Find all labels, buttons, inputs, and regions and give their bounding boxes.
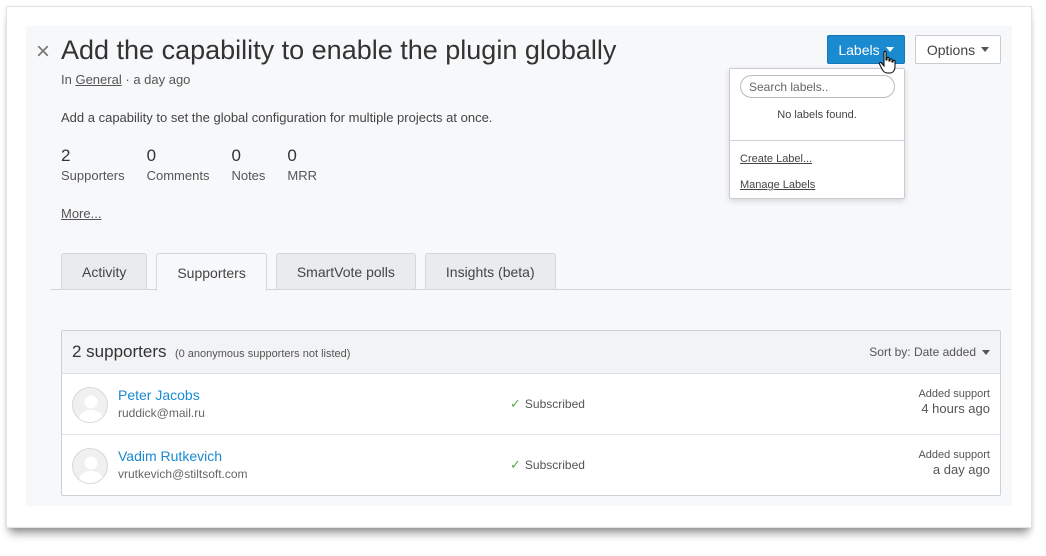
- meta-time: a day ago: [133, 72, 191, 87]
- meta-prefix: In: [61, 72, 72, 87]
- stat-label: Comments: [146, 168, 210, 183]
- idea-meta: In General · a day ago: [61, 72, 190, 87]
- subscription-status: ✓ Subscribed: [510, 396, 585, 412]
- idea-description: Add a capability to set the global confi…: [61, 110, 493, 125]
- sort-dropdown[interactable]: Sort by: Date added: [869, 345, 990, 359]
- tab-smartvote-polls[interactable]: SmartVote polls: [275, 253, 416, 290]
- supporter-name-link[interactable]: Vadim Rutkevich: [118, 448, 222, 464]
- caret-down-icon: [982, 349, 990, 355]
- create-label-link[interactable]: Create Label...: [740, 153, 812, 165]
- subscription-label: Subscribed: [524, 458, 585, 472]
- manage-labels-link[interactable]: Manage Labels: [740, 179, 815, 191]
- subscription-status: ✓ Subscribed: [510, 457, 585, 473]
- stats-bar: 2 Supporters 0 Comments 0 Notes 0 MRR: [61, 146, 339, 183]
- stat-mrr: 0 MRR: [287, 146, 317, 183]
- labels-dropdown: No labels found. Create Label... Manage …: [729, 68, 905, 199]
- checkmark-icon: ✓: [510, 396, 521, 411]
- tab-activity[interactable]: Activity: [61, 253, 148, 290]
- options-button-label: Options: [926, 41, 976, 58]
- stat-label: MRR: [287, 168, 318, 183]
- added-support-info: Added support 4 hours ago: [918, 388, 990, 416]
- supporter-email: ruddick@mail.ru: [118, 406, 205, 420]
- tab-insights[interactable]: Insights (beta): [424, 253, 556, 290]
- supporters-count: 2 supporters: [72, 342, 167, 361]
- stat-value: 0: [231, 146, 241, 165]
- added-support-time: a day ago: [932, 462, 990, 477]
- checkmark-icon: ✓: [510, 457, 521, 472]
- stat-value: 2: [61, 146, 71, 165]
- added-support-label: Added support: [918, 449, 990, 461]
- supporters-list: 2 supporters (0 anonymous supporters not…: [61, 330, 1001, 496]
- user-silhouette-icon: [78, 395, 104, 422]
- meta-separator: ·: [125, 72, 130, 87]
- supporter-email: vrutkevich@stiltsoft.com: [118, 467, 248, 481]
- avatar: [72, 448, 108, 484]
- page-title: Add the capability to enable the plugin …: [61, 35, 617, 65]
- avatar: [72, 387, 108, 423]
- stat-comments: 0 Comments: [147, 146, 210, 183]
- more-link[interactable]: More...: [61, 206, 101, 221]
- close-icon[interactable]: ×: [36, 40, 50, 64]
- caret-down-icon: [981, 47, 990, 52]
- list-item: Vadim Rutkevich vrutkevich@stiltsoft.com…: [62, 435, 1000, 496]
- sort-label: Sort by: Date added: [869, 345, 976, 359]
- no-labels-message: No labels found.: [777, 109, 857, 121]
- category-link[interactable]: General: [75, 72, 121, 87]
- anonymous-note: (0 anonymous supporters not listed): [174, 348, 351, 360]
- dropdown-divider: [730, 140, 904, 141]
- tab-bar: Activity Supporters SmartVote polls Insi…: [61, 253, 565, 291]
- stat-value: 0: [146, 146, 157, 165]
- stat-value: 0: [287, 146, 297, 165]
- supporters-heading: 2 supporters (0 anonymous supporters not…: [72, 342, 350, 362]
- added-support-info: Added support a day ago: [918, 449, 990, 477]
- subscription-label: Subscribed: [524, 397, 585, 411]
- user-silhouette-icon: [78, 456, 104, 483]
- supporter-name-link[interactable]: Peter Jacobs: [118, 387, 200, 403]
- stat-notes: 0 Notes: [231, 146, 265, 183]
- hand-pointer-icon: [878, 50, 896, 74]
- stat-label: Supporters: [61, 168, 125, 183]
- added-support-time: 4 hours ago: [921, 401, 990, 416]
- added-support-label: Added support: [918, 388, 990, 400]
- supporters-header: 2 supporters (0 anonymous supporters not…: [62, 331, 1000, 374]
- options-button[interactable]: Options: [915, 35, 1001, 64]
- list-item: Peter Jacobs ruddick@mail.ru ✓ Subscribe…: [62, 374, 1000, 435]
- search-labels-input[interactable]: [740, 75, 895, 98]
- stat-supporters: 2 Supporters: [61, 146, 125, 183]
- labels-button-label: Labels: [838, 41, 880, 58]
- tab-supporters[interactable]: Supporters: [156, 253, 267, 291]
- stat-label: Notes: [231, 168, 266, 183]
